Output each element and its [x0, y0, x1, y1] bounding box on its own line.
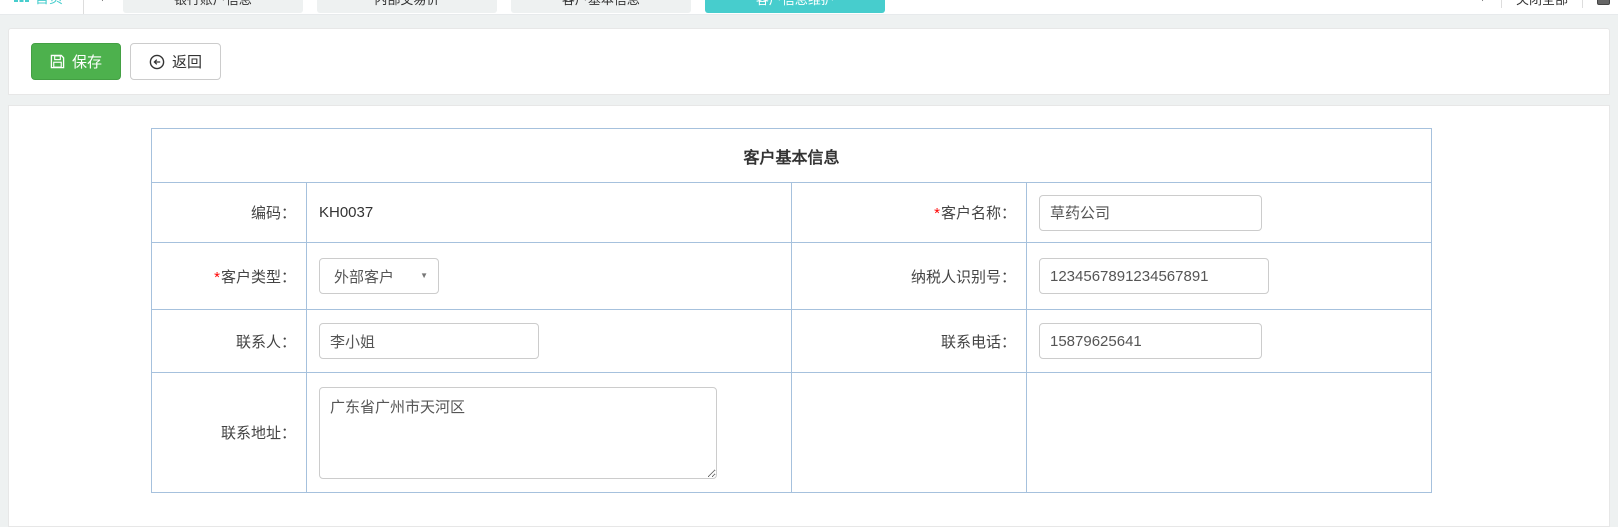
chevron-down-icon[interactable]: ▼: [98, 0, 107, 3]
contact-person-label: 联系人：: [236, 334, 296, 351]
toolbar: 保存 返回: [8, 28, 1610, 95]
back-button-label: 返回: [172, 51, 202, 72]
customer-type-select[interactable]: 外部客户 ▼: [319, 258, 439, 294]
empty-value-cell: [1027, 373, 1432, 493]
contact-phone-value-cell: [1027, 310, 1432, 373]
close-all-tabs-button[interactable]: 关闭全部: [1516, 0, 1568, 8]
tab-customer-info-maintain[interactable]: 客户信息维护: [705, 0, 885, 13]
code-label: 编码：: [251, 205, 296, 222]
tab-customer-basic-info[interactable]: 客户基本信息: [511, 0, 691, 13]
save-button-label: 保存: [72, 51, 102, 72]
empty-label-cell: [792, 373, 1027, 493]
topbar-divider: [1501, 0, 1502, 8]
customer-type-selected-value: 外部客户: [334, 266, 394, 287]
back-circle-arrow-icon: [149, 54, 165, 70]
home-nav-item[interactable]: 首页: [8, 0, 69, 8]
tab-strip: 银行账户信息 内部交易价 客户基本信息 客户信息维护: [123, 0, 885, 13]
required-asterisk: *: [934, 205, 940, 222]
save-floppy-icon: [50, 54, 65, 69]
taxpayer-id-label-cell: 纳税人识别号：: [792, 243, 1027, 310]
topbar-divider: [1582, 0, 1583, 8]
customer-name-label-cell: *客户名称：: [792, 183, 1027, 243]
contact-person-value-cell: [307, 310, 792, 373]
customer-type-value-cell: 外部客户 ▼: [307, 243, 792, 310]
grid-icon: [14, 0, 29, 6]
taxpayer-id-label: 纳税人识别号：: [911, 269, 1016, 286]
tab-internal-trade-price[interactable]: 内部交易价: [317, 0, 497, 13]
home-nav-label: 首页: [35, 0, 63, 8]
taxpayer-id-input[interactable]: [1039, 258, 1269, 294]
customer-form-panel: 客户基本信息 编码： KH0037 *客户名称： *客户类型： 外部客户: [8, 105, 1610, 527]
form-title: 客户基本信息: [152, 129, 1432, 183]
contact-address-value-cell: 广东省广州市天河区: [307, 373, 792, 493]
required-asterisk: *: [214, 269, 220, 286]
taxpayer-id-value-cell: [1027, 243, 1432, 310]
top-tab-bar: 首页 ▼ 银行账户信息 内部交易价 客户基本信息 客户信息维护 ▼ 关闭全部: [0, 0, 1618, 15]
save-button[interactable]: 保存: [31, 43, 121, 80]
contact-person-label-cell: 联系人：: [152, 310, 307, 373]
customer-type-label-cell: *客户类型：: [152, 243, 307, 310]
customer-type-label: 客户类型：: [221, 269, 296, 286]
contact-address-textarea[interactable]: 广东省广州市天河区: [319, 387, 717, 479]
contact-person-input[interactable]: [319, 323, 539, 359]
chevron-down-icon[interactable]: ▼: [1478, 0, 1487, 3]
customer-basic-info-table: 客户基本信息 编码： KH0037 *客户名称： *客户类型： 外部客户: [151, 128, 1432, 493]
contact-phone-input[interactable]: [1039, 323, 1262, 359]
fullscreen-icon[interactable]: [1597, 0, 1610, 5]
customer-name-label: 客户名称：: [941, 205, 1016, 222]
customer-name-input[interactable]: [1039, 195, 1262, 231]
contact-phone-label-cell: 联系电话：: [792, 310, 1027, 373]
tab-bank-account-info[interactable]: 银行账户信息: [123, 0, 303, 13]
back-button[interactable]: 返回: [130, 43, 221, 80]
chevron-down-icon: ▼: [420, 272, 428, 280]
topbar-divider: [83, 0, 84, 15]
customer-name-value-cell: [1027, 183, 1432, 243]
code-label-cell: 编码：: [152, 183, 307, 243]
contact-phone-label: 联系电话：: [941, 334, 1016, 351]
contact-address-label-cell: 联系地址：: [152, 373, 307, 493]
code-value: KH0037: [319, 204, 373, 221]
contact-address-label: 联系地址：: [221, 425, 296, 442]
code-value-cell: KH0037: [307, 183, 792, 243]
